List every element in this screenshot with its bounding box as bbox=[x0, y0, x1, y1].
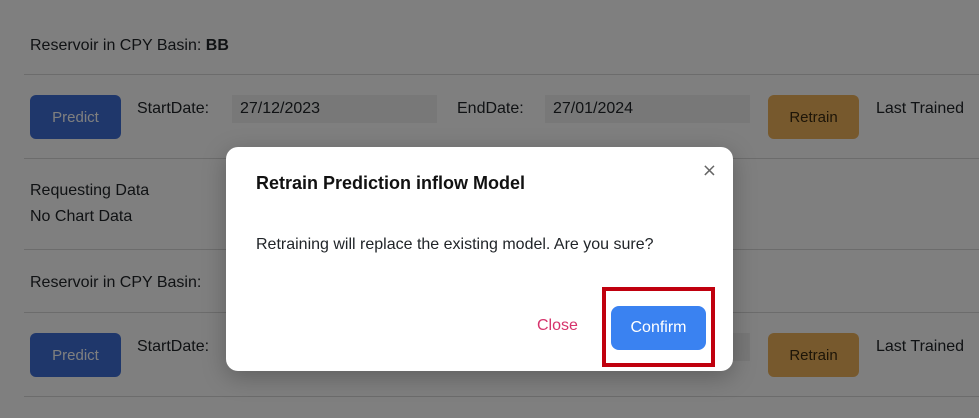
modal-message: Retraining will replace the existing mod… bbox=[256, 236, 654, 253]
close-icon[interactable]: × bbox=[702, 160, 717, 181]
modal-title: Retrain Prediction inflow Model bbox=[256, 173, 526, 193]
confirm-button[interactable]: Confirm bbox=[611, 306, 706, 350]
retrain-confirm-modal: Retrain Prediction inflow Model × Retrai… bbox=[226, 147, 733, 371]
close-button[interactable]: Close bbox=[537, 317, 578, 335]
